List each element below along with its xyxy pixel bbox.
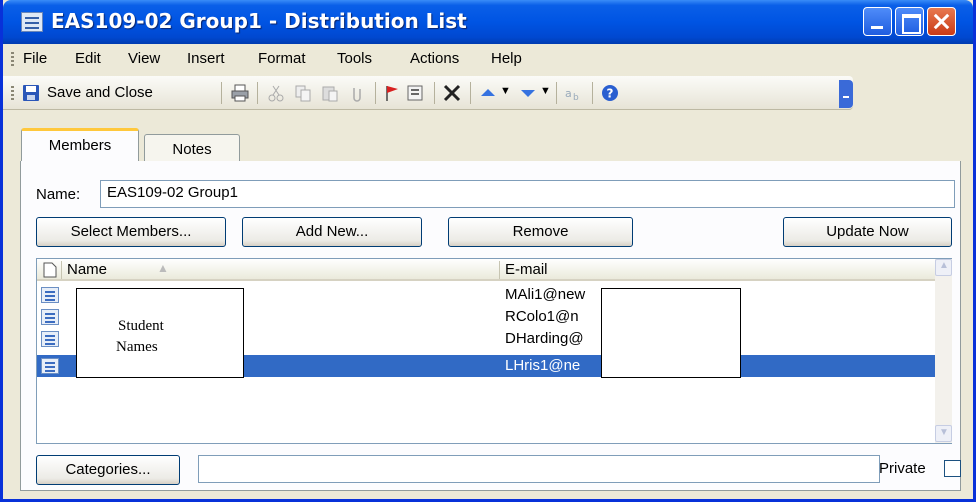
help-icon[interactable]: ? bbox=[601, 84, 619, 102]
window-title: EAS109-02 Group1 - Distribution List bbox=[51, 9, 467, 33]
maximize-button[interactable] bbox=[895, 7, 924, 36]
column-separator bbox=[499, 261, 500, 279]
member-email: RColo1@n bbox=[505, 308, 579, 325]
previous-item-icon[interactable] bbox=[479, 84, 497, 102]
save-and-close-button[interactable]: Save and Close bbox=[47, 84, 153, 101]
contact-icon bbox=[41, 358, 59, 374]
member-email: DHarding@ bbox=[505, 330, 584, 347]
name-input-value: EAS109-02 Group1 bbox=[107, 184, 238, 201]
next-item-icon[interactable] bbox=[519, 84, 537, 102]
chevron-down-icon[interactable]: ▼ bbox=[540, 85, 551, 97]
cut-icon bbox=[268, 85, 284, 102]
toolbar-separator bbox=[221, 82, 222, 104]
menu-tools[interactable]: Tools bbox=[337, 50, 372, 67]
copy-icon bbox=[295, 85, 311, 102]
menu-file[interactable]: File bbox=[23, 50, 47, 67]
menu-grip[interactable] bbox=[11, 52, 14, 66]
menu-edit[interactable]: Edit bbox=[75, 50, 101, 67]
contact-icon bbox=[41, 309, 59, 325]
close-button[interactable] bbox=[927, 7, 956, 36]
sort-ascending-icon: ▲ bbox=[157, 261, 169, 275]
toolbar-separator bbox=[592, 82, 593, 104]
private-label: Private bbox=[879, 460, 926, 477]
select-members-button[interactable]: Select Members... bbox=[36, 217, 226, 247]
update-now-button[interactable]: Update Now bbox=[783, 217, 952, 247]
menu-format[interactable]: Format bbox=[258, 50, 306, 67]
toolbar-separator bbox=[556, 82, 557, 104]
standard-toolbar: Save and Close ▼ ▼ a b ? bbox=[3, 76, 853, 110]
chevron-up-icon: ▲ bbox=[939, 260, 949, 271]
contact-icon bbox=[41, 287, 59, 303]
scroll-down-button[interactable]: ▼ bbox=[935, 425, 952, 442]
translate-icon: a b bbox=[565, 87, 579, 102]
svg-text:?: ? bbox=[607, 87, 614, 101]
toolbar-options-button[interactable] bbox=[839, 80, 853, 108]
chevron-down-icon[interactable]: ▼ bbox=[500, 85, 511, 97]
attach-icon bbox=[353, 88, 361, 102]
delete-icon[interactable] bbox=[443, 84, 461, 102]
scroll-up-button[interactable]: ▲ bbox=[935, 259, 952, 276]
flag-icon[interactable] bbox=[383, 84, 401, 102]
redaction-box-emails bbox=[601, 288, 741, 378]
remove-button[interactable]: Remove bbox=[448, 217, 633, 247]
menu-actions[interactable]: Actions bbox=[410, 50, 459, 67]
vertical-scrollbar[interactable]: ▲ ▼ bbox=[935, 259, 952, 443]
toolbar-separator bbox=[470, 82, 471, 104]
toolbar-separator bbox=[257, 82, 258, 104]
menu-help[interactable]: Help bbox=[491, 50, 522, 67]
add-new-button[interactable]: Add New... bbox=[242, 217, 422, 247]
annotation-student: Student bbox=[118, 318, 164, 334]
distribution-list-icon bbox=[21, 12, 43, 32]
tab-members[interactable]: Members bbox=[21, 128, 139, 162]
private-checkbox[interactable] bbox=[944, 460, 961, 477]
column-header-email[interactable]: E-mail bbox=[505, 261, 548, 278]
categories-input[interactable] bbox=[198, 455, 880, 483]
chevron-down-icon: ▼ bbox=[939, 427, 949, 438]
toolbar-separator bbox=[375, 82, 376, 104]
member-email: LHris1@ne bbox=[505, 357, 581, 374]
list-header: Name ▲ E-mail bbox=[37, 259, 935, 281]
save-icon[interactable] bbox=[22, 84, 40, 102]
distribution-list-window: EAS109-02 Group1 - Distribution List Fil… bbox=[0, 0, 976, 502]
document-icon bbox=[43, 262, 57, 278]
toolbar-grip[interactable] bbox=[11, 86, 14, 100]
member-email: MAli1@new bbox=[505, 286, 586, 303]
svg-text:a: a bbox=[565, 87, 572, 100]
name-input[interactable]: EAS109-02 Group1 bbox=[100, 180, 955, 208]
column-separator bbox=[61, 261, 62, 279]
print-icon[interactable] bbox=[231, 84, 249, 102]
menu-view[interactable]: View bbox=[128, 50, 160, 67]
contact-icon bbox=[41, 331, 59, 347]
svg-text:b: b bbox=[573, 93, 579, 102]
column-header-name[interactable]: Name bbox=[67, 261, 107, 278]
title-bar[interactable]: EAS109-02 Group1 - Distribution List bbox=[3, 0, 973, 44]
categories-button[interactable]: Categories... bbox=[36, 455, 180, 485]
minimize-button[interactable] bbox=[863, 7, 892, 36]
paste-icon bbox=[322, 86, 338, 102]
menu-bar: File Edit View Insert Format Tools Actio… bbox=[3, 44, 973, 74]
annotation-names: Names bbox=[116, 339, 158, 355]
menu-insert[interactable]: Insert bbox=[187, 50, 225, 67]
categories-icon[interactable] bbox=[407, 84, 425, 102]
toolbar-separator bbox=[434, 82, 435, 104]
name-label: Name: bbox=[36, 186, 81, 203]
tab-notes[interactable]: Notes bbox=[144, 134, 240, 162]
